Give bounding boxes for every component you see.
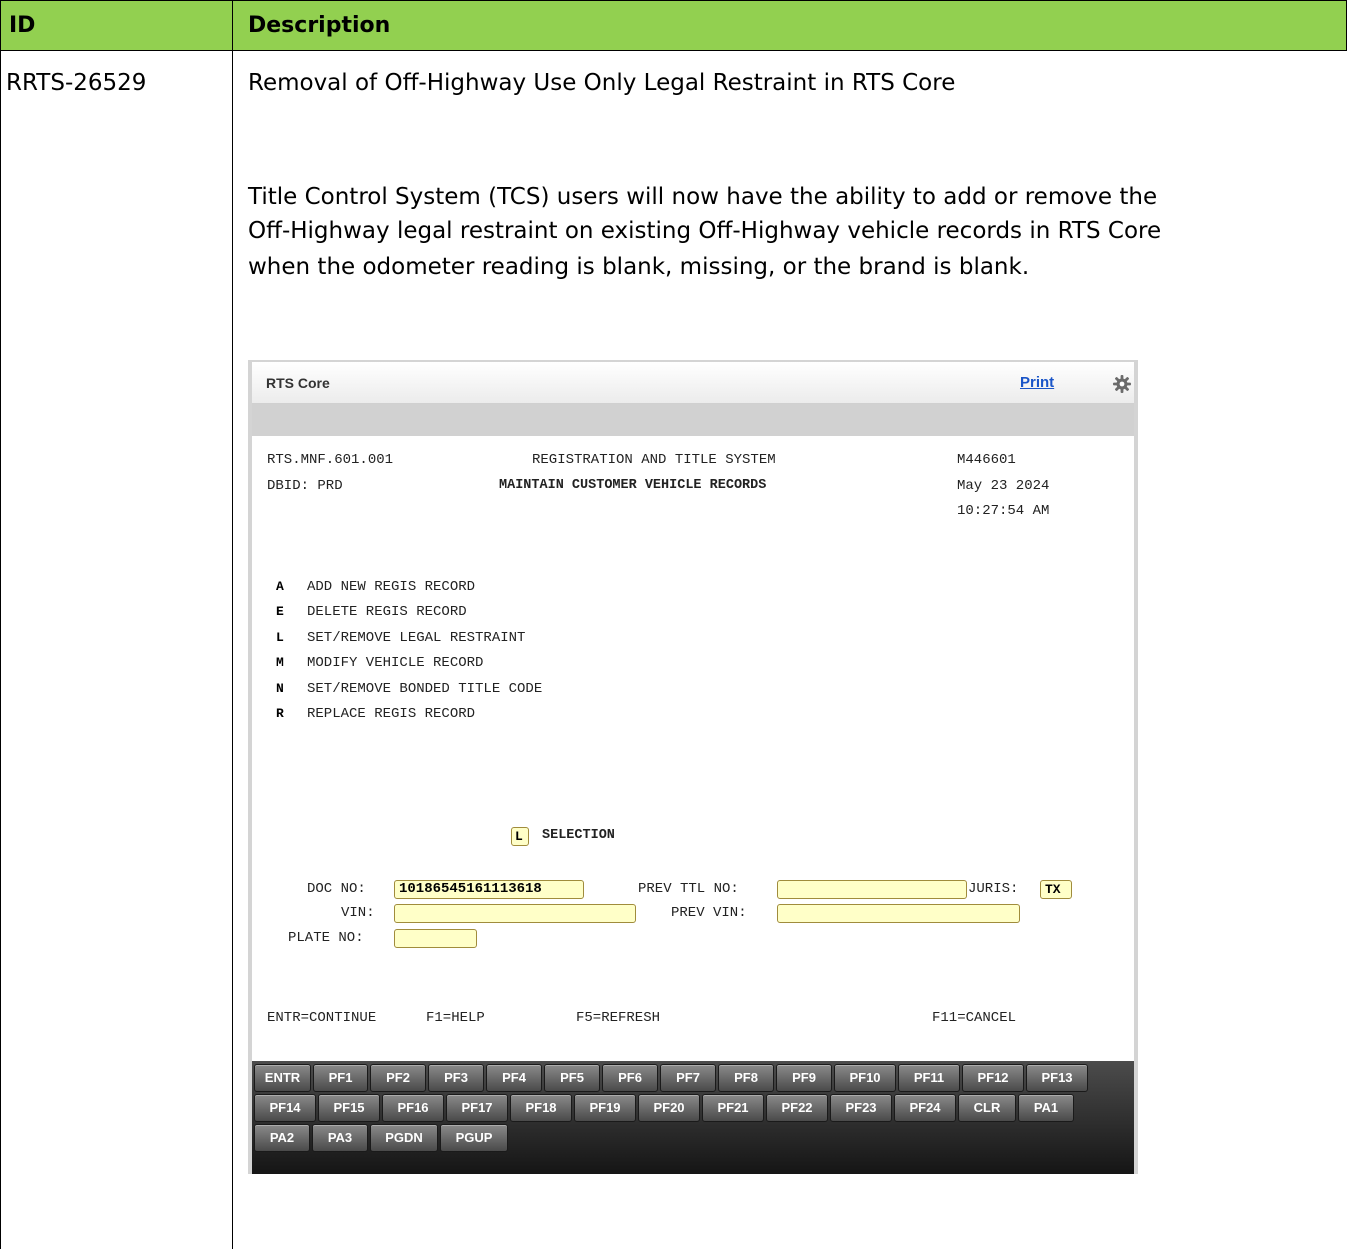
juris-label: JURIS: (968, 881, 1019, 897)
window-subbar (252, 404, 1134, 436)
key-pf6[interactable]: PF6 (602, 1064, 658, 1092)
key-pf19[interactable]: PF19 (574, 1094, 636, 1122)
description-line-1: Title Control System (TCS) users will no… (248, 184, 1158, 210)
terminal-screen: RTS.MNF.601.001 REGISTRATION AND TITLE S… (252, 436, 1134, 1061)
key-pf3[interactable]: PF3 (428, 1064, 484, 1092)
key-pf1[interactable]: PF1 (313, 1064, 368, 1092)
system-title: REGISTRATION AND TITLE SYSTEM (532, 452, 776, 468)
menu-key: L (276, 630, 284, 645)
table-border-left (0, 0, 1, 1249)
menu-label: ADD NEW REGIS RECORD (307, 579, 476, 595)
key-pf16[interactable]: PF16 (382, 1094, 444, 1122)
table-border-divider-header (232, 0, 233, 51)
vin-field[interactable] (394, 904, 636, 923)
function-key-bar: ENTR PF1 PF2 PF3 PF4 PF5 PF6 PF7 PF8 PF9… (252, 1061, 1134, 1174)
table-border-divider (232, 0, 233, 1249)
key-pf2[interactable]: PF2 (370, 1064, 426, 1092)
print-link[interactable]: Print (1020, 374, 1054, 391)
fkey-continue: ENTR=CONTINUE (267, 1010, 377, 1026)
fkey-help: F1=HELP (426, 1010, 485, 1026)
plate-no-label: PLATE NO: (288, 930, 364, 946)
key-pa3[interactable]: PA3 (312, 1124, 368, 1152)
key-pf12[interactable]: PF12 (962, 1064, 1024, 1092)
menu-key: R (276, 706, 284, 721)
menu-label: SET/REMOVE BONDED TITLE CODE (307, 681, 543, 697)
fkey-refresh: F5=REFRESH (576, 1010, 661, 1026)
doc-no-field[interactable]: 10186545161113618 (394, 880, 584, 899)
fkey-cancel: F11=CANCEL (932, 1010, 1017, 1026)
key-pgup[interactable]: PGUP (440, 1124, 508, 1152)
screen-date: May 23 2024 (957, 478, 1050, 494)
dbid: DBID: PRD (267, 478, 343, 494)
selection-label: SELECTION (542, 828, 615, 843)
screen-time: 10:27:54 AM (957, 503, 1050, 519)
key-pa1[interactable]: PA1 (1018, 1094, 1074, 1122)
menu-label: DELETE REGIS RECORD (307, 604, 467, 620)
key-pf18[interactable]: PF18 (510, 1094, 572, 1122)
key-pf20[interactable]: PF20 (638, 1094, 700, 1122)
program-id: RTS.MNF.601.001 (267, 452, 394, 468)
key-pf22[interactable]: PF22 (766, 1094, 828, 1122)
vin-label: VIN: (341, 905, 375, 921)
window-title: RTS Core (266, 375, 330, 391)
key-pf23[interactable]: PF23 (830, 1094, 892, 1122)
key-pf10[interactable]: PF10 (834, 1064, 896, 1092)
prev-ttl-no-label: PREV TTL NO: (638, 881, 739, 897)
menu-label: SET/REMOVE LEGAL RESTRAINT (307, 630, 526, 646)
rts-core-window: RTS Core Print RTS.MNF.601.001 REGISTRAT… (248, 360, 1138, 1174)
menu-label: MODIFY VEHICLE RECORD (307, 655, 484, 671)
table-header-row (1, 1, 1346, 50)
prev-ttl-no-field[interactable] (777, 880, 967, 899)
description-line-3: when the odometer reading is blank, miss… (248, 254, 1030, 280)
row-id: RRTS-26529 (6, 70, 147, 96)
menu-key: A (276, 579, 284, 594)
menu-key: N (276, 681, 284, 696)
header-description: Description (248, 13, 391, 38)
menu-key: E (276, 604, 284, 619)
window-title-bar: RTS Core Print (252, 362, 1134, 404)
key-pf5[interactable]: PF5 (544, 1064, 600, 1092)
key-entr[interactable]: ENTR (254, 1064, 311, 1092)
description-line-2: Off-Highway legal restraint on existing … (248, 218, 1162, 244)
key-pgdn[interactable]: PGDN (370, 1124, 438, 1152)
key-pf21[interactable]: PF21 (702, 1094, 764, 1122)
prev-vin-label: PREV VIN: (671, 905, 747, 921)
table-border-header-bottom (0, 50, 1347, 51)
key-pf15[interactable]: PF15 (318, 1094, 380, 1122)
screen-title: MAINTAIN CUSTOMER VEHICLE RECORDS (499, 478, 767, 493)
selection-input[interactable]: L (511, 827, 529, 846)
key-pf17[interactable]: PF17 (446, 1094, 508, 1122)
key-pf8[interactable]: PF8 (718, 1064, 774, 1092)
key-pf4[interactable]: PF4 (486, 1064, 542, 1092)
key-clr[interactable]: CLR (958, 1094, 1016, 1122)
row-title: Removal of Off-Highway Use Only Legal Re… (248, 70, 956, 96)
menu-label: REPLACE REGIS RECORD (307, 706, 476, 722)
plate-no-field[interactable] (394, 929, 477, 948)
key-pf14[interactable]: PF14 (254, 1094, 316, 1122)
key-pf13[interactable]: PF13 (1026, 1064, 1088, 1092)
key-pf24[interactable]: PF24 (894, 1094, 956, 1122)
gear-icon[interactable] (1112, 374, 1132, 394)
juris-field[interactable]: TX (1040, 880, 1072, 899)
doc-no-label: DOC NO: (307, 881, 366, 897)
header-id: ID (9, 13, 36, 38)
key-pf11[interactable]: PF11 (898, 1064, 960, 1092)
key-pa2[interactable]: PA2 (254, 1124, 310, 1152)
user-id: M446601 (957, 452, 1016, 468)
key-pf7[interactable]: PF7 (660, 1064, 716, 1092)
key-pf9[interactable]: PF9 (776, 1064, 832, 1092)
prev-vin-field[interactable] (777, 904, 1020, 923)
menu-key: M (276, 655, 284, 670)
